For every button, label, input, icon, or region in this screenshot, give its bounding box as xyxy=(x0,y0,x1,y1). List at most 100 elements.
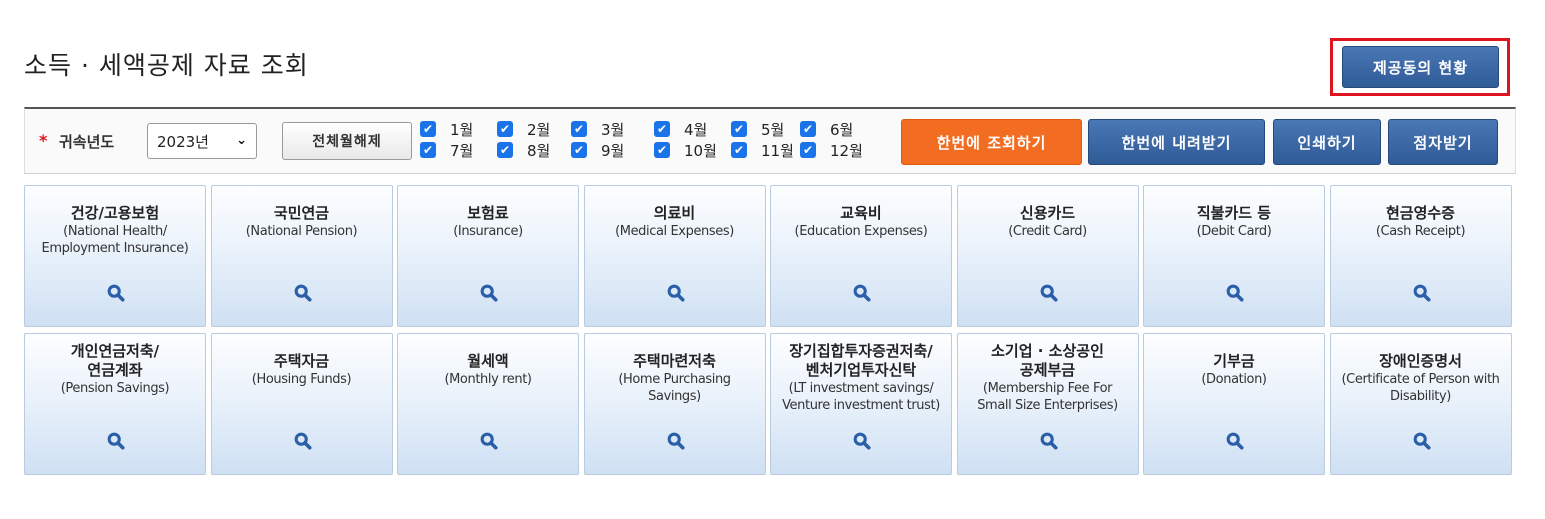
magnifier-icon[interactable] xyxy=(1226,284,1244,302)
category-tile[interactable]: 개인연금저축/ 연금계좌 (Pension Savings) xyxy=(24,333,206,475)
magnifier-icon[interactable] xyxy=(667,284,685,302)
check-icon[interactable]: ✔ xyxy=(731,121,747,137)
category-subtitle: (Debit Card) xyxy=(1196,224,1272,239)
query-toolbar: * 귀속년도 2023년 ⌄ 전체월해제 ✔ 1월 ✔ 2월 ✔ 3월 ✔ 4월 ✔ 5월 ✔ 6월 ✔… xyxy=(24,107,1516,174)
magnifier-icon[interactable] xyxy=(480,284,498,302)
month-label: 10월 xyxy=(684,141,717,160)
chevron-down-icon: ⌄ xyxy=(236,133,247,148)
required-mark: * xyxy=(39,131,48,150)
month-checkbox-2[interactable]: ✔ 2월 xyxy=(497,119,550,139)
category-tile[interactable]: 직불카드 등 (Debit Card) xyxy=(1143,185,1325,327)
month-label: 1월 xyxy=(450,120,474,139)
check-icon[interactable]: ✔ xyxy=(571,142,587,158)
month-checkbox-group: ✔ 1월 ✔ 2월 ✔ 3월 ✔ 4월 ✔ 5월 ✔ 6월 ✔ 7월 ✔ 8월 ✔ 9월 ✔ 10월 ✔ 11월 ✔ 12월 xyxy=(420,119,880,163)
month-checkbox-6[interactable]: ✔ 6월 xyxy=(800,119,853,139)
month-checkbox-4[interactable]: ✔ 4월 xyxy=(654,119,707,139)
check-icon[interactable]: ✔ xyxy=(497,121,513,137)
category-title: 국민연금 xyxy=(273,204,330,222)
category-tile[interactable]: 국민연금 (National Pension) xyxy=(210,185,393,327)
category-tile[interactable]: 장애인증명서 (Certificate of Person with Disabi… xyxy=(1329,333,1512,475)
category-subtitle: (National Pension) xyxy=(245,224,358,239)
month-checkbox-3[interactable]: ✔ 3월 xyxy=(571,119,624,139)
category-subtitle: (Credit Card) xyxy=(1008,224,1087,239)
month-checkbox-7[interactable]: ✔ 7월 xyxy=(420,140,473,160)
magnifier-icon[interactable] xyxy=(667,432,685,450)
check-icon[interactable]: ✔ xyxy=(571,121,587,137)
month-label: 2월 xyxy=(527,120,551,139)
magnifier-icon[interactable] xyxy=(480,432,498,450)
month-label: 9월 xyxy=(601,141,625,160)
category-tile[interactable]: 기부금 (Donation) xyxy=(1143,333,1325,475)
category-tile[interactable]: 주택자금 (Housing Funds) xyxy=(210,333,393,475)
month-checkbox-5[interactable]: ✔ 5월 xyxy=(731,119,784,139)
e-sign-button[interactable]: 점자받기 xyxy=(1388,119,1498,165)
month-checkbox-10[interactable]: ✔ 10월 xyxy=(654,140,717,160)
category-tile[interactable]: 건강/고용보험 (National Health/ Employment Insu… xyxy=(24,185,206,327)
category-title: 주택마련저축 xyxy=(633,352,716,370)
category-tile[interactable]: 현금영수증 (Cash Receipt) xyxy=(1329,185,1512,327)
category-tile[interactable]: 보험료 (Insurance) xyxy=(397,185,579,327)
magnifier-icon[interactable] xyxy=(1413,432,1431,450)
category-subtitle: (Pension Savings) xyxy=(60,381,170,396)
magnifier-icon[interactable] xyxy=(853,432,871,450)
category-tile[interactable]: 월세액 (Monthly rent) xyxy=(397,333,579,475)
month-label: 5월 xyxy=(761,120,785,139)
check-icon[interactable]: ✔ xyxy=(420,121,436,137)
magnifier-icon[interactable] xyxy=(107,284,125,302)
category-title: 장기집합투자증권저축/ 벤처기업투자신탁 xyxy=(789,342,933,379)
category-tile[interactable]: 신용카드 (Credit Card) xyxy=(956,185,1139,327)
check-icon[interactable]: ✔ xyxy=(800,142,816,158)
category-subtitle: (Donation) xyxy=(1201,372,1267,387)
month-label: 8월 xyxy=(527,141,551,160)
category-tile[interactable]: 의료비 (Medical Expenses) xyxy=(583,185,766,327)
query-all-button[interactable]: 한번에 조회하기 xyxy=(901,119,1082,165)
magnifier-icon[interactable] xyxy=(1040,284,1058,302)
category-title: 보험료 xyxy=(467,204,509,222)
category-tile[interactable]: 교육비 (Education Expenses) xyxy=(770,185,952,327)
print-button[interactable]: 인쇄하기 xyxy=(1273,119,1381,165)
download-all-button[interactable]: 한번에 내려받기 xyxy=(1088,119,1265,165)
category-title: 개인연금저축/ 연금계좌 xyxy=(70,342,160,379)
magnifier-icon[interactable] xyxy=(853,284,871,302)
check-icon[interactable]: ✔ xyxy=(800,121,816,137)
category-subtitle: (Medical Expenses) xyxy=(615,224,734,239)
month-checkbox-1[interactable]: ✔ 1월 xyxy=(420,119,473,139)
category-tile[interactable]: 소기업 · 소상공인 공제부금 (Membership Fee For Small… xyxy=(956,333,1139,475)
check-icon[interactable]: ✔ xyxy=(497,142,513,158)
category-subtitle: (Cash Receipt) xyxy=(1375,224,1466,239)
clear-months-button[interactable]: 전체월해제 xyxy=(282,122,412,160)
month-checkbox-11[interactable]: ✔ 11월 xyxy=(731,140,794,160)
category-title: 현금영수증 xyxy=(1385,204,1455,222)
consent-status-button[interactable]: 제공동의 현황 xyxy=(1342,46,1499,88)
month-checkbox-12[interactable]: ✔ 12월 xyxy=(800,140,863,160)
check-icon[interactable]: ✔ xyxy=(731,142,747,158)
category-title: 교육비 xyxy=(840,204,882,222)
consent-button-highlight: 제공동의 현황 xyxy=(1330,38,1510,96)
month-label: 11월 xyxy=(761,141,794,160)
category-title: 장애인증명서 xyxy=(1379,352,1462,370)
magnifier-icon[interactable] xyxy=(294,284,312,302)
month-label: 3월 xyxy=(601,120,625,139)
check-icon[interactable]: ✔ xyxy=(420,142,436,158)
category-tile[interactable]: 장기집합투자증권저축/ 벤처기업투자신탁 (LT investment savin… xyxy=(770,333,952,475)
category-title: 의료비 xyxy=(653,204,696,222)
magnifier-icon[interactable] xyxy=(1040,432,1058,450)
category-tile[interactable]: 주택마련저축 (Home Purchasing Savings) xyxy=(583,333,766,475)
month-label: 4월 xyxy=(684,120,708,139)
month-checkbox-8[interactable]: ✔ 8월 xyxy=(497,140,550,160)
category-title: 월세액 xyxy=(467,352,509,370)
magnifier-icon[interactable] xyxy=(107,432,125,450)
year-label: 귀속년도 xyxy=(59,133,115,151)
year-select[interactable]: 2023년 ⌄ xyxy=(147,123,257,159)
check-icon[interactable]: ✔ xyxy=(654,142,670,158)
month-label: 6월 xyxy=(830,120,854,139)
category-subtitle: (National Health/ Employment Insurance) xyxy=(41,224,189,256)
category-title: 기부금 xyxy=(1213,352,1255,370)
check-icon[interactable]: ✔ xyxy=(654,121,670,137)
magnifier-icon[interactable] xyxy=(1413,284,1431,302)
month-label: 7월 xyxy=(450,141,474,160)
month-checkbox-9[interactable]: ✔ 9월 xyxy=(571,140,624,160)
magnifier-icon[interactable] xyxy=(294,432,312,450)
category-title: 직불카드 등 xyxy=(1196,204,1272,222)
magnifier-icon[interactable] xyxy=(1226,432,1244,450)
